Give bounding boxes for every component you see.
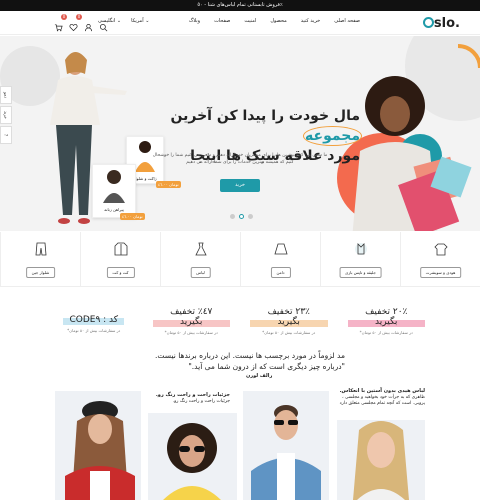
country-value: آمریکا	[131, 18, 144, 24]
tile-caption: لباس هیدی بدون آستین با انعکاس. ظاهری که …	[337, 388, 425, 408]
quote-author: رالف لورن	[246, 373, 273, 379]
offers-row: ۲۰٪ تخفیف بگیرید در سفارشات بیش از ٥٠ توم…	[55, 307, 425, 335]
quote-text: مد لزوماً در مورد برچسب ها نیست. این درب…	[155, 351, 345, 371]
offer-item[interactable]: ۲۰٪ تخفیف بگیرید در سفارشات بیش از ٥٠ توم…	[347, 307, 425, 335]
user-icon[interactable]	[84, 17, 93, 32]
offer-subtitle: در سفارشات بیش از ٥٠ تومان*	[359, 330, 413, 335]
category-button[interactable]: لباس	[190, 267, 211, 278]
logo[interactable]: slo.	[422, 16, 460, 31]
category-strip: هودی و سویشرت جلیقه و تاپس بازی دامن لبا…	[0, 232, 480, 287]
search-icon[interactable]	[99, 17, 108, 32]
nav-home[interactable]: صفحه اصلی	[334, 18, 360, 24]
model-image-right	[352, 76, 472, 231]
offer-subtitle: در سفارشات بیش از ٥٠ تومان*	[262, 330, 316, 335]
category-coats[interactable]: کت و کت	[80, 232, 160, 286]
cart-count-badge: 0	[61, 14, 67, 20]
nav-pages[interactable]: صفحات	[214, 18, 230, 24]
side-tab-buy[interactable]: خرید	[0, 106, 12, 124]
logo-text: slo.	[433, 16, 460, 31]
offer-subtitle: در سفارشات بیش از ٥٠ تومان*	[164, 330, 218, 335]
nav-blog[interactable]: وبلاگ	[189, 18, 200, 24]
offer-item[interactable]: ٤٧٪ تخفیف بگیرید در سفارشات بیش از ٥٠ توم…	[152, 307, 230, 335]
logo-mark	[422, 17, 434, 28]
category-jeans[interactable]: شلوار جین	[0, 232, 80, 286]
product-price-badge: تومان ٤٦.٠٠	[120, 213, 145, 220]
hero-shop-button[interactable]: خرید	[220, 179, 260, 192]
hero-banner: ژاکت و شلوار تومان ٤٦.٠٠ پیراهن زنانه تو…	[0, 36, 480, 231]
category-button[interactable]: هودی و سویشرت	[419, 267, 462, 278]
nav-product[interactable]: محصول	[270, 18, 286, 24]
dress-icon	[194, 242, 207, 256]
slider-dots	[230, 214, 253, 219]
lookbook-tile-2[interactable]	[148, 413, 237, 500]
category-hoodies[interactable]: هودی و سویشرت	[400, 232, 480, 286]
category-button[interactable]: جلیقه و تاپس بازی	[339, 267, 382, 278]
nav-shop[interactable]: خرید کنید	[301, 18, 320, 24]
lookbook-tile-1[interactable]	[55, 391, 141, 500]
product-name: پیراهن زنانه	[104, 207, 124, 212]
offer-item[interactable]: کد : CODE٩ در سفارشات بیش از ٥٠ تومان*	[55, 307, 133, 335]
category-button[interactable]: شلوار جین	[25, 267, 56, 278]
category-skirts[interactable]: دامن	[240, 232, 320, 286]
category-button[interactable]: دامن	[270, 267, 291, 278]
model-image-sunglasses	[163, 423, 221, 500]
side-tabs: دمو خرید ?	[0, 86, 12, 146]
category-vests[interactable]: جلیقه و تاپس بازی	[320, 232, 400, 286]
hero-title-accent: مجموعه	[305, 128, 360, 144]
tile-caption: جزئیات راحت و راحت رنگ رو. جزئیات راحت و …	[148, 392, 230, 405]
nav-security[interactable]: امنیت	[244, 18, 256, 24]
offer-title: کد : CODE٩	[69, 315, 119, 325]
country-select[interactable]: آمریکا ⌄	[131, 18, 149, 24]
hero-title-line1: مال خودت را پیدا کن آخرین	[170, 108, 360, 124]
header-icons: 0 0	[54, 14, 108, 32]
offer-title: ۲۳٪ تخفیف بگیرید	[267, 307, 310, 327]
offer-title: ٤٧٪ تخفیف بگیرید	[170, 307, 213, 327]
coat-icon	[114, 242, 127, 256]
product-image-shirt	[103, 170, 125, 203]
announcement-text: فروش تابستانی تمام لباس‌های شنا - ٥٠٪	[197, 2, 283, 8]
tile-desc: جزئیات راحت و راحت رنگ رو.	[172, 398, 230, 404]
announcement-bar: فروش تابستانی تمام لباس‌های شنا - ٥٠٪	[0, 0, 480, 11]
slider-dot-active[interactable]	[239, 214, 244, 219]
category-button[interactable]: کت و کت	[106, 267, 135, 278]
wishlist-count-badge: 0	[76, 14, 82, 20]
side-tab-demo[interactable]: دمو	[0, 86, 12, 104]
offer-item[interactable]: ۲۳٪ تخفیف بگیرید در سفارشات بیش از ٥٠ توم…	[250, 307, 328, 335]
lookbook-tile-3[interactable]	[243, 391, 329, 500]
lookbook-tile-4[interactable]	[337, 420, 425, 500]
wishlist-icon[interactable]: 0	[69, 14, 82, 32]
slider-dot[interactable]	[230, 214, 235, 219]
vest-icon	[354, 243, 367, 255]
category-dresses[interactable]: لباس	[160, 232, 240, 286]
main-nav: صفحه اصلی خرید کنید محصول امنیت صفحات وب…	[189, 18, 360, 24]
hoodie-icon	[433, 243, 448, 256]
skirt-icon	[273, 243, 288, 255]
model-image-denim	[251, 405, 321, 500]
product-card-shirt[interactable]: پیراهن زنانه	[92, 164, 136, 218]
model-image-hat	[65, 401, 135, 500]
slider-dot[interactable]	[248, 214, 253, 219]
offer-subtitle: در سفارشات بیش از ٥٠ تومان*	[67, 328, 121, 333]
tile-desc: ظاهری که به جرأت خود بخواهید و مجلسی ، پ…	[339, 394, 425, 407]
cart-icon[interactable]: 0	[54, 14, 67, 32]
hero-subtitle: ما سعی می کنیم بهترین ها را برای مشتریان…	[152, 153, 328, 165]
model-image-blonde	[353, 421, 409, 500]
offer-title: ۲۰٪ تخفیف بگیرید	[365, 307, 408, 327]
side-tab-help[interactable]: ?	[0, 126, 12, 144]
product-price-badge: تومان ٤٦.٠٠	[156, 181, 181, 188]
jeans-icon	[35, 242, 46, 256]
site-header: slo. صفحه اصلی خرید کنید محصول امنیت صفح…	[0, 11, 480, 35]
